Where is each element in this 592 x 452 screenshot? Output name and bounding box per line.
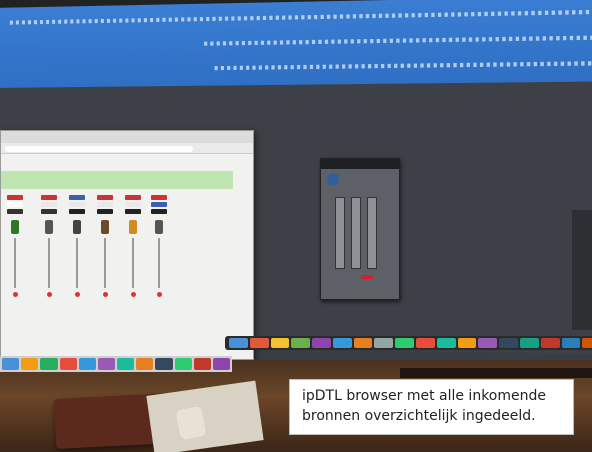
caption-line-2: bronnen overzichtelijk ingedeeld. bbox=[302, 408, 536, 424]
channel-strip bbox=[69, 195, 85, 345]
level-meter bbox=[351, 197, 361, 269]
channel-strip bbox=[125, 195, 141, 345]
photo-caption: ipDTL browser met alle inkomende bronnen… bbox=[289, 379, 574, 435]
ipdtl-browser-window bbox=[0, 130, 254, 360]
photo-scene: ipDTL browser met alle inkomende bronnen… bbox=[0, 0, 592, 452]
microphone-object bbox=[175, 405, 207, 441]
side-panel bbox=[572, 210, 592, 330]
monitor-stand-base bbox=[400, 368, 592, 378]
browser-url-bar bbox=[1, 143, 253, 154]
plugin-logo-icon bbox=[327, 173, 339, 185]
audio-plugin-window bbox=[320, 158, 400, 300]
channel-strip bbox=[151, 195, 167, 345]
plugin-titlebar bbox=[321, 159, 399, 169]
macos-dock bbox=[225, 336, 592, 350]
secondary-dock bbox=[0, 356, 232, 372]
caption-line-1: ipDTL browser met alle inkomende bbox=[302, 388, 546, 404]
level-meter bbox=[367, 197, 377, 269]
channel-strip bbox=[41, 195, 57, 345]
level-meter bbox=[335, 197, 345, 269]
browser-tab-bar bbox=[1, 131, 253, 143]
daw-waveform-area bbox=[0, 0, 592, 88]
clip-led-icon bbox=[361, 275, 373, 279]
channel-strip bbox=[7, 195, 23, 345]
ipdtl-header-bar bbox=[1, 171, 233, 189]
channel-strip bbox=[97, 195, 113, 345]
